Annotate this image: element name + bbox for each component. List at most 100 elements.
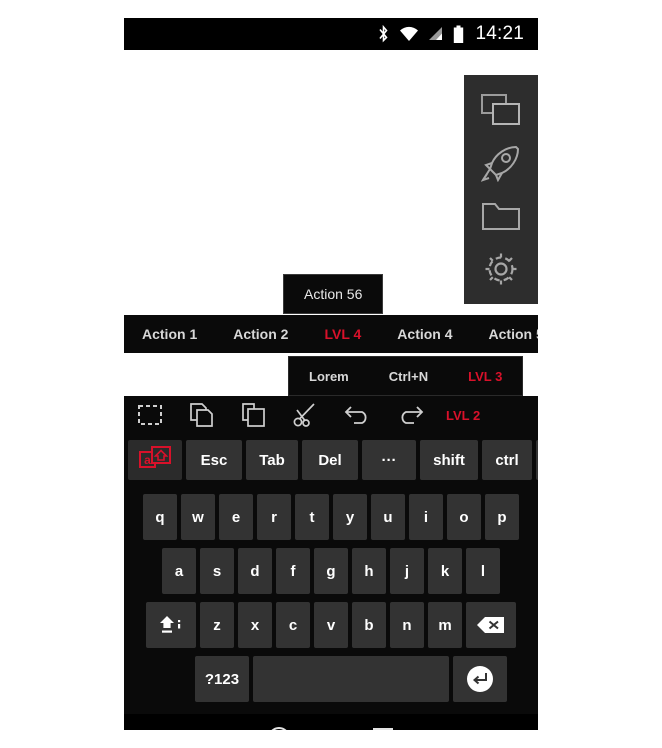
keyboard-function-row: a Esc Tab Del ··· shift ctrl a — [124, 438, 538, 482]
key-w[interactable]: w — [181, 494, 215, 540]
key-s[interactable]: s — [200, 548, 234, 594]
key-e[interactable]: e — [219, 494, 253, 540]
key-g[interactable]: g — [314, 548, 348, 594]
redo-icon — [396, 404, 424, 426]
battery-icon — [453, 25, 464, 44]
keyboard-switcher-icon — [473, 729, 499, 730]
nav-home-button[interactable] — [228, 714, 332, 730]
cellular-signal-icon — [428, 25, 444, 43]
nav-recents-button[interactable] — [331, 714, 435, 730]
back-hide-keyboard-icon — [164, 727, 188, 730]
submenu-item-ctrl-n[interactable]: Ctrl+N — [369, 369, 448, 384]
status-clock: 14:21 — [475, 23, 524, 44]
keyboard-level-label: LVL 2 — [446, 407, 481, 423]
backspace-key[interactable] — [466, 602, 516, 648]
keyboard-edit-toolbar: LVL 2 — [124, 396, 538, 434]
caps-indicator-key[interactable]: a — [128, 440, 182, 480]
cut-button[interactable] — [280, 398, 332, 432]
key-t[interactable]: t — [295, 494, 329, 540]
copy-button[interactable] — [176, 398, 228, 432]
menu-bar-level-3: Lorem Ctrl+N LVL 3 — [288, 356, 524, 396]
keyboard-row-2: a s d f g h j k l — [124, 546, 538, 596]
menu-item-action-4[interactable]: Action 4 — [379, 326, 470, 342]
sidebar-item-launch[interactable] — [475, 140, 527, 186]
undo-icon — [344, 404, 372, 426]
key-a[interactable]: a — [162, 548, 196, 594]
submenu-item-lvl-3[interactable]: LVL 3 — [448, 369, 522, 384]
wifi-icon — [399, 25, 419, 43]
caps-indicator-icon: a — [138, 446, 172, 474]
android-nav-bar — [124, 714, 538, 730]
key-v[interactable]: v — [314, 602, 348, 648]
keyboard-row-4: ?123 — [124, 654, 538, 704]
keyboard-row-3: z x c v b n m — [124, 600, 538, 650]
key-y[interactable]: y — [333, 494, 367, 540]
key-shift-fn[interactable]: shift — [420, 440, 478, 480]
home-circle-icon — [267, 726, 291, 730]
windows-icon — [480, 93, 522, 127]
menu-item-lvl-4[interactable]: LVL 4 — [306, 326, 379, 342]
enter-icon — [465, 664, 495, 694]
sidebar-item-windows[interactable] — [475, 87, 527, 133]
gear-icon — [481, 249, 521, 289]
key-h[interactable]: h — [352, 548, 386, 594]
undo-button[interactable] — [332, 398, 384, 432]
key-x[interactable]: x — [238, 602, 272, 648]
key-more[interactable]: ··· — [362, 440, 416, 480]
right-sidebar — [464, 75, 538, 304]
recents-square-icon — [372, 727, 394, 730]
sidebar-item-settings[interactable] — [475, 246, 527, 292]
keyboard: LVL 2 a Esc Tab Del ··· shift ctrl q w e… — [124, 396, 538, 714]
key-b[interactable]: b — [352, 602, 386, 648]
key-c[interactable]: c — [276, 602, 310, 648]
key-l[interactable]: l — [466, 548, 500, 594]
nav-keyboard-switcher-button[interactable] — [435, 714, 539, 730]
key-d[interactable]: d — [238, 548, 272, 594]
rocket-icon — [481, 144, 521, 182]
space-key[interactable] — [253, 656, 449, 702]
shift-key[interactable] — [146, 602, 196, 648]
key-r[interactable]: r — [257, 494, 291, 540]
key-tab[interactable]: Tab — [246, 440, 298, 480]
key-m[interactable]: m — [428, 602, 462, 648]
menu-item-action-5[interactable]: Action 5 — [471, 326, 538, 342]
app-canvas: Action 56 Action 1 Action 2 LVL 4 Action… — [124, 50, 538, 730]
key-alt-cut[interactable]: a — [536, 440, 538, 480]
key-z[interactable]: z — [200, 602, 234, 648]
key-j[interactable]: j — [390, 548, 424, 594]
svg-text:a: a — [144, 453, 151, 467]
paste-button[interactable] — [228, 398, 280, 432]
key-u[interactable]: u — [371, 494, 405, 540]
enter-key[interactable] — [453, 656, 507, 702]
key-k[interactable]: k — [428, 548, 462, 594]
select-all-icon — [137, 404, 163, 426]
menu-bar-level-4: Action 1 Action 2 LVL 4 Action 4 Action … — [124, 315, 538, 353]
cut-scissors-icon — [293, 402, 319, 428]
keyboard-row-1: q w e r t y u i o p — [124, 492, 538, 542]
nav-back-button[interactable] — [124, 714, 228, 730]
submenu-item-lorem[interactable]: Lorem — [289, 369, 369, 384]
redo-button[interactable] — [384, 398, 436, 432]
tooltip-label: Action 56 — [304, 286, 363, 302]
key-ctrl[interactable]: ctrl — [482, 440, 532, 480]
key-esc[interactable]: Esc — [186, 440, 242, 480]
key-q[interactable]: q — [143, 494, 177, 540]
select-all-button[interactable] — [124, 398, 176, 432]
key-p[interactable]: p — [485, 494, 519, 540]
paste-icon — [241, 402, 267, 428]
symbols-key[interactable]: ?123 — [195, 656, 249, 702]
key-o[interactable]: o — [447, 494, 481, 540]
key-i[interactable]: i — [409, 494, 443, 540]
key-f[interactable]: f — [276, 548, 310, 594]
folder-icon — [481, 200, 521, 232]
tooltip-action-56[interactable]: Action 56 — [283, 274, 384, 314]
status-bar: 14:21 — [124, 18, 538, 50]
key-n[interactable]: n — [390, 602, 424, 648]
phone-screen: 14:21 Action 56 Action 1 Action 2 LVL 4 … — [124, 18, 538, 730]
menu-item-action-2[interactable]: Action 2 — [215, 326, 306, 342]
key-del[interactable]: Del — [302, 440, 358, 480]
menu-item-action-1[interactable]: Action 1 — [124, 326, 215, 342]
copy-icon — [189, 402, 215, 428]
sidebar-item-files[interactable] — [475, 193, 527, 239]
shift-arrow-icon — [157, 612, 185, 638]
